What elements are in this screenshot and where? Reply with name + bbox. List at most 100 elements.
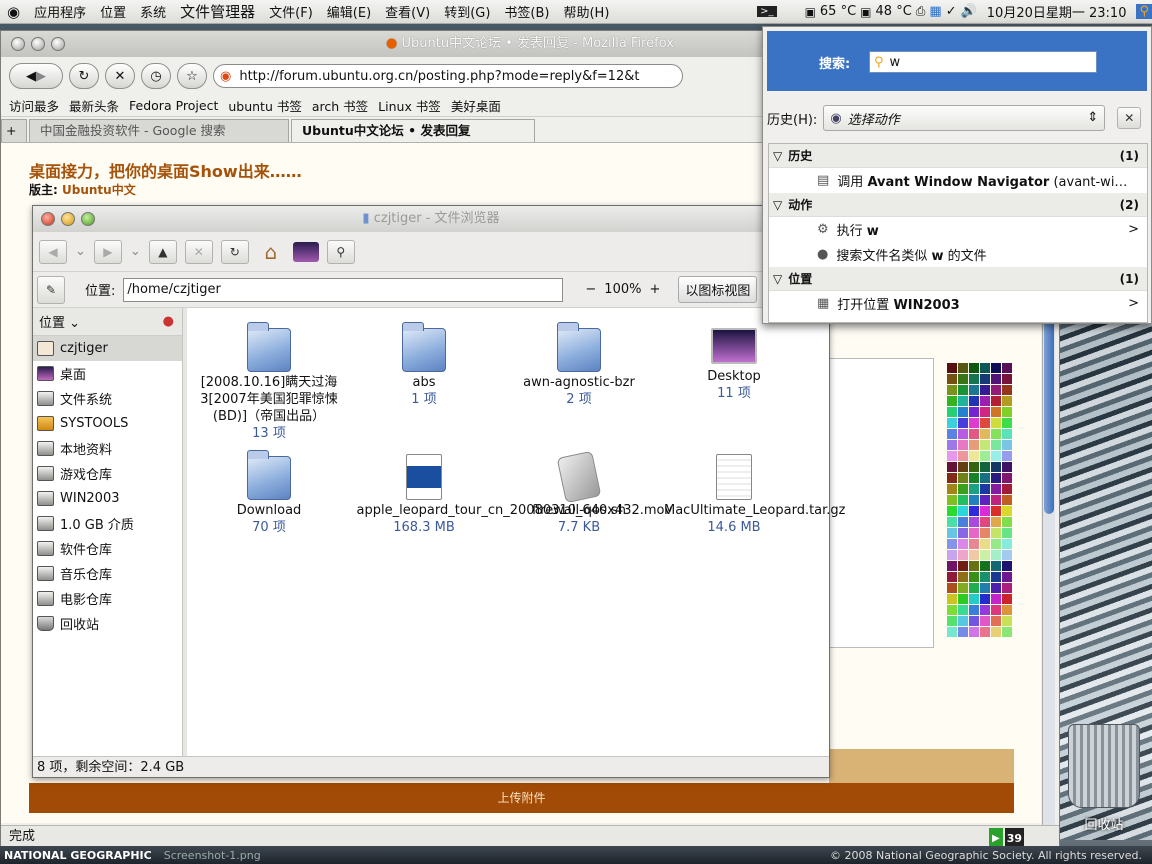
view-mode-select[interactable]: 以图标视图 <box>678 276 758 303</box>
color-swatch[interactable] <box>991 561 1001 571</box>
color-swatch[interactable] <box>947 396 957 406</box>
bookmark-ubuntu[interactable]: ubuntu 书签 <box>228 96 302 115</box>
color-swatch[interactable] <box>991 462 1001 472</box>
color-swatch[interactable] <box>958 627 968 637</box>
color-swatch[interactable] <box>1002 451 1012 461</box>
color-swatch[interactable] <box>980 396 990 406</box>
color-swatch[interactable] <box>947 363 957 373</box>
sidebar-item[interactable]: 回收站 <box>33 611 182 636</box>
color-swatch[interactable] <box>980 385 990 395</box>
stop-button[interactable]: ✕ <box>105 63 135 89</box>
color-swatch[interactable] <box>980 407 990 417</box>
color-swatch[interactable] <box>969 396 979 406</box>
clear-history-button[interactable]: ✕ <box>1117 107 1142 129</box>
color-swatch[interactable] <box>969 374 979 384</box>
color-swatch[interactable] <box>991 429 1001 439</box>
trash-icon[interactable] <box>1068 724 1140 808</box>
color-swatch[interactable] <box>1002 473 1012 483</box>
update-icon[interactable]: ✓ <box>946 4 957 19</box>
color-swatch[interactable] <box>969 583 979 593</box>
zoom-level[interactable]: 100% <box>604 282 641 297</box>
close-icon[interactable] <box>11 37 25 51</box>
color-swatch[interactable] <box>980 605 990 615</box>
deskbar-icon[interactable]: ⚲ <box>1136 4 1152 19</box>
color-swatch[interactable] <box>991 407 1001 417</box>
color-swatch[interactable] <box>969 561 979 571</box>
color-swatch[interactable] <box>991 396 1001 406</box>
color-swatch[interactable] <box>991 517 1001 527</box>
color-swatch[interactable] <box>969 473 979 483</box>
color-swatch[interactable] <box>969 484 979 494</box>
color-swatch[interactable] <box>1002 418 1012 428</box>
color-swatch[interactable] <box>969 506 979 516</box>
upload-attachment-bar[interactable]: 上传附件 <box>29 783 1014 813</box>
color-swatch[interactable] <box>1002 484 1012 494</box>
file-item[interactable]: Desktop 11 项 <box>664 316 804 402</box>
bookmark-button[interactable]: ☆ <box>177 63 207 89</box>
color-swatch[interactable] <box>1002 396 1012 406</box>
hdd-temp[interactable]: 48 °C <box>876 4 912 19</box>
color-swatch[interactable] <box>1002 561 1012 571</box>
color-swatch[interactable] <box>969 572 979 582</box>
color-swatch[interactable] <box>969 627 979 637</box>
search-button[interactable]: ⚲ <box>326 239 355 264</box>
result-group-header[interactable]: ▽ 位置 (1) <box>769 267 1147 291</box>
sidebar-item[interactable]: 桌面 <box>33 361 182 386</box>
back-button[interactable]: ◀ <box>39 239 67 264</box>
sidebar-item[interactable]: SYSTOOLS <box>33 411 182 436</box>
color-swatch[interactable] <box>1002 583 1012 593</box>
color-swatch[interactable] <box>1002 374 1012 384</box>
color-swatch[interactable] <box>991 528 1001 538</box>
minimize-icon[interactable] <box>61 212 75 226</box>
sidebar-item[interactable]: czjtiger <box>33 336 182 361</box>
moderator-link[interactable]: Ubuntu中文 <box>62 183 136 197</box>
color-swatch[interactable] <box>991 473 1001 483</box>
color-swatch[interactable] <box>1002 462 1012 472</box>
color-swatch[interactable] <box>958 374 968 384</box>
file-item[interactable]: firewall-qos.sh 7.7 KB <box>509 444 649 536</box>
apple-logo-icon[interactable]: ◉ <box>0 3 27 21</box>
color-swatch[interactable] <box>991 605 1001 615</box>
printer-icon[interactable]: ⎙ <box>916 4 926 19</box>
terminal-icon[interactable]: >_ <box>757 6 777 17</box>
color-swatch[interactable] <box>969 385 979 395</box>
color-swatch[interactable] <box>947 451 957 461</box>
color-swatch[interactable] <box>947 605 957 615</box>
file-item[interactable]: [2008.10.16]瞒天过海3[2007年美国犯罪惊悚(BD)]（帝国出品）… <box>199 316 339 442</box>
zoom-out-button[interactable]: − <box>585 282 596 297</box>
new-tab-button[interactable]: + <box>1 119 27 142</box>
sidebar-item[interactable]: 1.0 GB 介质 <box>33 511 182 536</box>
bookmark-linux[interactable]: Linux 书签 <box>378 96 441 115</box>
color-swatch[interactable] <box>958 528 968 538</box>
clock[interactable]: 10月20日星期一 23:10 <box>987 2 1127 21</box>
menu-applications[interactable]: 应用程序 <box>27 2 93 21</box>
forward-button[interactable]: ▶ <box>93 239 122 264</box>
deskbar-search-input[interactable]: ⚲ w <box>869 51 1097 73</box>
color-swatch[interactable] <box>958 429 968 439</box>
color-swatch[interactable] <box>969 528 979 538</box>
color-swatch[interactable] <box>969 363 979 373</box>
color-swatch[interactable] <box>969 418 979 428</box>
menu-view[interactable]: 查看(V) <box>378 2 437 21</box>
color-swatch[interactable] <box>958 484 968 494</box>
color-swatch[interactable] <box>1002 407 1012 417</box>
color-swatch[interactable] <box>980 517 990 527</box>
color-swatch[interactable] <box>969 440 979 450</box>
color-swatch[interactable] <box>980 561 990 571</box>
sidebar-mode-select[interactable]: 位置 ⌄ <box>39 312 80 331</box>
color-swatch[interactable] <box>947 429 957 439</box>
color-swatch[interactable] <box>980 594 990 604</box>
color-swatch[interactable] <box>947 539 957 549</box>
color-swatch[interactable] <box>958 594 968 604</box>
color-swatch[interactable] <box>969 550 979 560</box>
network-icon[interactable]: ▦ <box>929 4 941 19</box>
color-swatch[interactable] <box>947 594 957 604</box>
result-row[interactable]: ▦ 打开位置 WIN2003 > <box>769 291 1147 316</box>
color-swatch[interactable] <box>947 374 957 384</box>
color-swatch[interactable] <box>969 495 979 505</box>
color-swatch[interactable] <box>969 429 979 439</box>
color-swatch[interactable] <box>991 572 1001 582</box>
menu-places[interactable]: 位置 <box>93 2 133 21</box>
bookmark-fedora[interactable]: Fedora Project <box>129 98 218 113</box>
color-swatch[interactable] <box>958 506 968 516</box>
